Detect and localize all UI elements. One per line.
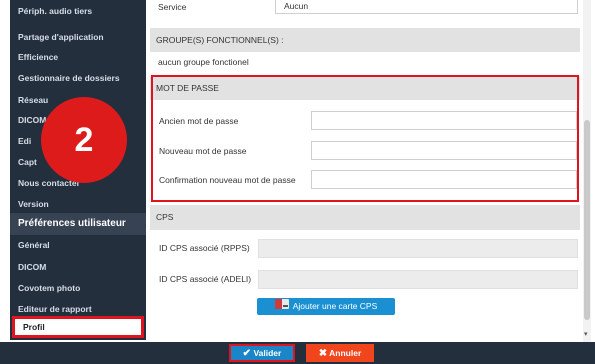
sidebar-item-partage-application[interactable]: Partage d'application — [10, 26, 146, 48]
sidebar-section-preferences: Préférences utilisateur — [10, 213, 146, 235]
vertical-scrollbar[interactable]: ▾ — [583, 0, 591, 342]
cps-adeli-field[interactable] — [258, 270, 578, 289]
sidebar-item-general[interactable]: Général — [10, 234, 146, 256]
sidebar-item-efficience[interactable]: Efficience — [10, 46, 146, 68]
sidebar-item-peripherique-audio[interactable]: Périph. audio tiers — [10, 0, 146, 22]
sidebar-item-dicom-user[interactable]: DICOM — [10, 256, 146, 278]
sidebar-item-profil[interactable]: Profil — [12, 316, 144, 338]
add-cps-card-label: Ajouter une carte CPS — [292, 301, 378, 311]
scroll-down-icon[interactable]: ▾ — [584, 330, 588, 338]
valider-label: Valider — [253, 348, 282, 358]
footer-bar — [0, 342, 595, 364]
service-label: Service — [158, 2, 187, 12]
annuler-label: Annuler — [329, 348, 362, 358]
service-field[interactable]: Aucun — [275, 0, 578, 14]
sidebar-item-covotem-photo[interactable]: Covotem photo — [10, 277, 146, 299]
cps-card-icon — [274, 298, 289, 315]
close-icon: ✖ — [318, 348, 328, 359]
valider-button[interactable]: ✔ Valider — [229, 344, 295, 362]
add-cps-card-button[interactable]: Ajouter une carte CPS — [257, 298, 395, 315]
scrollbar-thumb[interactable] — [584, 120, 590, 320]
cps-rpps-label: ID CPS associé (RPPS) — [159, 243, 250, 253]
check-icon: ✔ — [242, 348, 252, 359]
annuler-button[interactable]: ✖ Annuler — [306, 344, 374, 362]
sidebar-item-version[interactable]: Version — [10, 193, 146, 215]
step-badge: 2 — [41, 97, 127, 183]
sidebar-item-gestionnaire-dossiers[interactable]: Gestionnaire de dossiers — [10, 67, 146, 89]
cps-rpps-field[interactable] — [258, 239, 578, 258]
cps-adeli-label: ID CPS associé (ADELI) — [159, 274, 252, 284]
cps-section-header: CPS — [150, 205, 580, 230]
groupes-value: aucun groupe fonctionel — [158, 57, 249, 67]
service-value: Aucun — [284, 1, 309, 11]
password-highlight — [151, 75, 579, 202]
groupes-section-header: GROUPE(S) FONCTIONNEL(S) : — [150, 28, 580, 52]
